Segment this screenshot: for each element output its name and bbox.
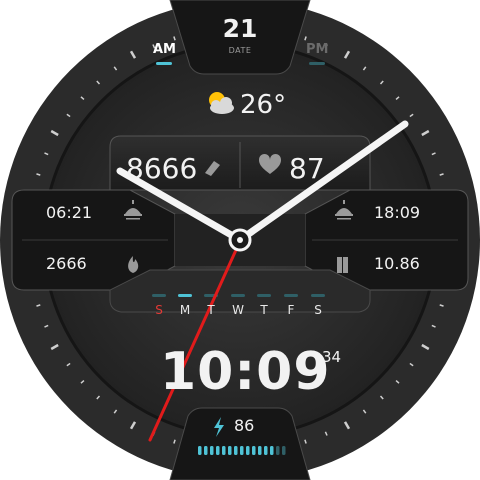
digital-seconds: 34 <box>322 348 342 366</box>
weekday-sun: S <box>155 303 163 317</box>
weekday-sat: S <box>314 303 322 317</box>
am-indicator <box>156 62 172 65</box>
weekday-wed: W <box>232 303 244 317</box>
battery-segment <box>216 446 220 455</box>
battery-segment <box>276 446 280 455</box>
battery-segment <box>204 446 208 455</box>
battery-segment <box>270 446 274 455</box>
battery-level-bars <box>198 446 286 455</box>
distance-value: 10.86 <box>374 254 420 273</box>
weekday-tue: T <box>207 303 215 317</box>
weekday-bar <box>231 294 245 297</box>
battery-segment <box>258 446 262 455</box>
weekday-bar <box>284 294 298 297</box>
sunrise-time: 06:21 <box>46 203 93 222</box>
temperature: 26° <box>240 90 287 120</box>
weekday-fri: F <box>287 303 295 317</box>
weekday-mon: M <box>179 303 191 317</box>
battery-segment <box>240 446 244 455</box>
weekday-thu: T <box>260 303 268 317</box>
step-count: 8666 <box>126 152 198 185</box>
weekday-bar <box>311 294 325 297</box>
battery-percent: 86 <box>234 416 255 435</box>
pm-label: PM <box>306 42 329 57</box>
digital-time: 10:09 <box>160 342 331 402</box>
battery-segment <box>252 446 256 455</box>
battery-segment <box>246 446 250 455</box>
battery-segment <box>198 446 202 455</box>
date-day: 21 <box>222 14 258 43</box>
weekday-bar <box>152 294 166 297</box>
sunset-time: 18:09 <box>374 203 421 222</box>
date-label: DATE <box>228 46 252 55</box>
calories-value: 2666 <box>46 254 87 273</box>
pm-indicator <box>309 62 325 65</box>
battery-segment <box>282 446 286 455</box>
battery-segment <box>210 446 214 455</box>
battery-segment <box>234 446 238 455</box>
weekday-bar <box>178 294 192 297</box>
battery-segment <box>222 446 226 455</box>
heart-rate: 87 <box>289 152 325 185</box>
battery-segment <box>228 446 232 455</box>
am-label: AM <box>153 42 176 57</box>
watch-face <box>0 0 480 480</box>
weekday-bar <box>257 294 271 297</box>
battery-segment <box>264 446 268 455</box>
